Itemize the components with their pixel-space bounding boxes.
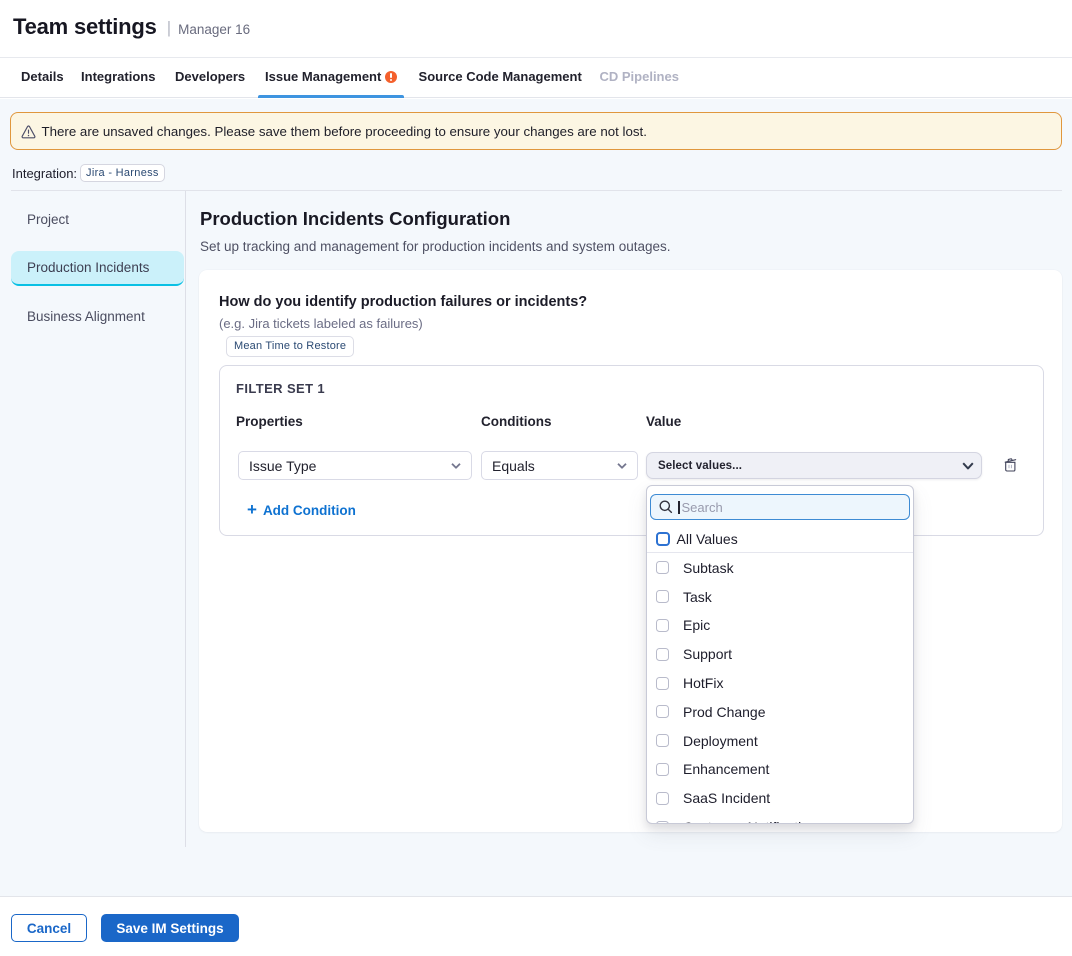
- value-multiselect-placeholder: Select values...: [658, 460, 742, 472]
- delete-filter-icon[interactable]: [1004, 457, 1017, 472]
- option-checkbox[interactable]: [656, 677, 669, 690]
- conditions-select[interactable]: Equals: [481, 451, 638, 480]
- select-all-option[interactable]: All Values: [647, 525, 914, 553]
- dropdown-option-saas-incident[interactable]: SaaS Incident: [647, 784, 914, 813]
- search-input[interactable]: [682, 500, 882, 515]
- column-header-conditions: Conditions: [481, 414, 646, 429]
- option-label: Support: [683, 646, 732, 662]
- dropdown-option-epic[interactable]: Epic: [647, 611, 914, 640]
- warning-icon: [21, 125, 36, 139]
- tab-integrations[interactable]: Integrations: [74, 58, 162, 97]
- conditions-select-value: Equals: [492, 458, 535, 474]
- tab-details[interactable]: Details: [14, 58, 71, 97]
- option-label: Deployment: [683, 733, 758, 749]
- main-panel: Production Incidents Configuration Set u…: [186, 191, 1072, 847]
- value-multiselect[interactable]: Select values...: [646, 452, 982, 479]
- column-header-properties: Properties: [236, 414, 481, 429]
- search-icon: [659, 500, 673, 514]
- dropdown-option-hotfix[interactable]: HotFix: [647, 669, 914, 698]
- page-header: Team settings | Manager 16: [0, 0, 1072, 57]
- properties-select[interactable]: Issue Type: [238, 451, 472, 480]
- banner-text: There are unsaved changes. Please save t…: [42, 124, 647, 139]
- option-checkbox[interactable]: [656, 705, 669, 718]
- tab-cd-pipelines[interactable]: CD Pipelines: [592, 58, 685, 97]
- integration-row: Integration: Jira - Harness: [12, 164, 165, 182]
- dropdown-option-deployment[interactable]: Deployment: [647, 726, 914, 755]
- unsaved-changes-banner: There are unsaved changes. Please save t…: [10, 112, 1062, 150]
- chevron-down-icon: [617, 463, 627, 469]
- tab-developers[interactable]: Developers: [168, 58, 252, 97]
- option-label: Epic: [683, 617, 710, 633]
- option-label: Task: [683, 589, 712, 605]
- integration-chip[interactable]: Jira - Harness: [80, 164, 165, 182]
- filter-set-title: FILTER SET 1: [236, 381, 1043, 396]
- properties-select-value: Issue Type: [249, 458, 316, 474]
- tab-label: Details: [21, 69, 64, 84]
- option-label: Subtask: [683, 560, 734, 576]
- filter-set-panel: FILTER SET 1 Properties Conditions Value…: [219, 365, 1044, 536]
- option-label: SaaS Incident: [683, 790, 770, 806]
- value-dropdown: All Values Subtask Task Epic Support HotFix P…: [646, 485, 914, 824]
- integration-label: Integration:: [12, 166, 77, 181]
- tab-source-code-management[interactable]: Source Code Management: [412, 58, 589, 97]
- metric-chip[interactable]: Mean Time to Restore: [226, 336, 354, 357]
- dropdown-option-subtask[interactable]: Subtask: [647, 554, 914, 583]
- unsaved-badge-icon: [385, 71, 397, 83]
- chevron-down-icon: [451, 463, 461, 469]
- dropdown-search[interactable]: [650, 494, 910, 520]
- plus-icon: +: [247, 500, 257, 520]
- sidebar-item-production-incidents[interactable]: Production Incidents: [11, 251, 184, 286]
- add-condition-label: Add Condition: [263, 503, 356, 518]
- tab-bar: Details Integrations Developers Issue Manag…: [0, 57, 1072, 98]
- dropdown-options: Subtask Task Epic Support HotFix Prod Change D…: [647, 554, 914, 825]
- option-checkbox[interactable]: [656, 561, 669, 574]
- option-checkbox[interactable]: [656, 590, 669, 603]
- option-checkbox[interactable]: [656, 792, 669, 805]
- option-checkbox[interactable]: [656, 619, 669, 632]
- section-heading: Production Incidents Configuration: [200, 208, 510, 230]
- option-checkbox[interactable]: [656, 648, 669, 661]
- page-title: Team settings: [13, 14, 157, 40]
- dropdown-option-enhancement[interactable]: Enhancement: [647, 755, 914, 784]
- option-label: Enhancement: [683, 761, 769, 777]
- sidebar-item-project[interactable]: Project: [11, 202, 184, 237]
- option-checkbox[interactable]: [656, 821, 669, 824]
- dropdown-option-prod-change[interactable]: Prod Change: [647, 697, 914, 726]
- option-label: Customer Notification: [683, 819, 817, 824]
- all-values-label: All Values: [677, 531, 738, 547]
- question-hint: (e.g. Jira tickets labeled as failures): [219, 316, 1044, 331]
- tab-issue-management[interactable]: Issue Management: [258, 58, 404, 97]
- section-sidebar: Project Production Incidents Business Alig…: [0, 191, 185, 348]
- section-subheading: Set up tracking and management for produ…: [200, 239, 671, 254]
- tab-label: Integrations: [81, 69, 155, 84]
- sidebar-item-business-alignment[interactable]: Business Alignment: [11, 299, 184, 334]
- title-divider: |: [167, 18, 171, 38]
- option-label: HotFix: [683, 675, 723, 691]
- option-checkbox[interactable]: [656, 763, 669, 776]
- column-header-value: Value: [646, 414, 984, 429]
- all-values-checkbox[interactable]: [656, 532, 670, 546]
- cancel-button[interactable]: Cancel: [11, 914, 87, 942]
- tab-label: Developers: [175, 69, 245, 84]
- incidents-card: How do you identify production failures …: [199, 270, 1062, 832]
- save-im-settings-button[interactable]: Save IM Settings: [101, 914, 239, 942]
- footer-bar: Cancel Save IM Settings: [0, 896, 1072, 956]
- question-title: How do you identify production failures …: [219, 294, 1044, 310]
- add-condition-button[interactable]: + Add Condition: [247, 500, 1043, 520]
- dropdown-option-customer-notification[interactable]: Customer Notification: [647, 813, 914, 824]
- page-subtitle: Manager 16: [178, 22, 250, 37]
- dropdown-option-task[interactable]: Task: [647, 582, 914, 611]
- text-caret: [678, 501, 680, 514]
- chevron-down-bold-icon: [962, 462, 974, 470]
- tab-label: Issue Management: [265, 69, 381, 84]
- option-label: Prod Change: [683, 704, 766, 720]
- tab-label: Source Code Management: [419, 69, 582, 84]
- page: Team settings | Manager 16 Details Integr…: [0, 0, 1072, 956]
- dropdown-option-support[interactable]: Support: [647, 640, 914, 669]
- option-checkbox[interactable]: [656, 734, 669, 747]
- tab-label: CD Pipelines: [599, 69, 678, 84]
